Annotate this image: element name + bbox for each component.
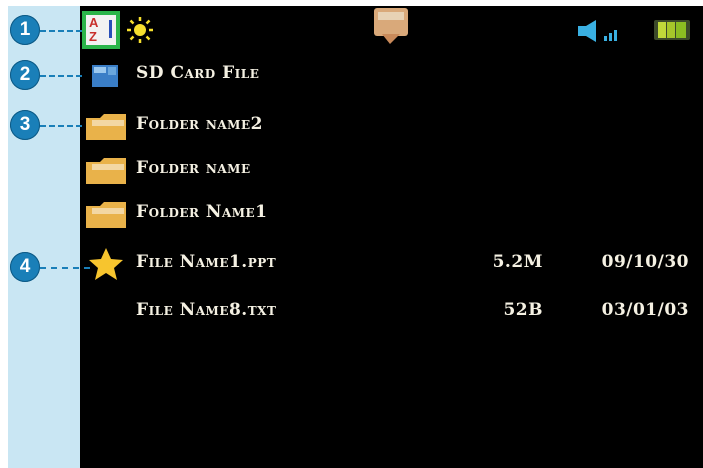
list-item-folder[interactable]: Folder Name1 <box>80 194 703 234</box>
callout-1-leader <box>40 30 82 32</box>
sort-az-icon[interactable]: A Z <box>82 11 120 49</box>
folder-icon <box>86 202 126 228</box>
folder-name: Folder name2 <box>136 114 263 134</box>
list-item-sd-card[interactable]: SD Card File <box>80 55 703 95</box>
callout-2: 2 <box>10 60 40 90</box>
file-name: File Name1.ppt <box>136 252 277 272</box>
file-date: 09/10/30 <box>601 252 689 272</box>
list-item-file[interactable]: File Name1.ppt 5.2M 09/10/30 <box>80 244 703 284</box>
speaker-signal-icon[interactable] <box>578 20 630 42</box>
file-name: File Name8.txt <box>136 300 277 320</box>
callout-3-leader <box>40 125 82 127</box>
star-icon <box>89 248 123 280</box>
folder-name: Folder name <box>136 158 251 178</box>
folder-icon <box>86 158 126 184</box>
sort-arrow <box>109 20 112 38</box>
file-date: 03/01/03 <box>601 300 689 320</box>
sun-icon[interactable] <box>126 16 154 44</box>
callout-2-leader <box>40 75 82 77</box>
callout-3: 3 <box>10 110 40 140</box>
list-item-folder[interactable]: Folder name <box>80 150 703 190</box>
folder-name: Folder Name1 <box>136 202 268 222</box>
callout-4: 4 <box>10 252 40 282</box>
sd-card-label: SD Card File <box>136 63 260 83</box>
callout-1: 1 <box>10 15 40 45</box>
folder-icon <box>86 114 126 140</box>
list-item-folder[interactable]: Folder name2 <box>80 106 703 146</box>
sort-letters: A Z <box>89 15 98 44</box>
battery-icon <box>654 20 690 40</box>
folder-hand-icon <box>374 8 408 44</box>
file-size: 52B <box>503 300 543 320</box>
sd-card-icon <box>92 65 118 87</box>
list-item-file[interactable]: File Name8.txt 52B 03/01/03 <box>80 292 703 332</box>
file-size: 5.2M <box>492 252 543 272</box>
